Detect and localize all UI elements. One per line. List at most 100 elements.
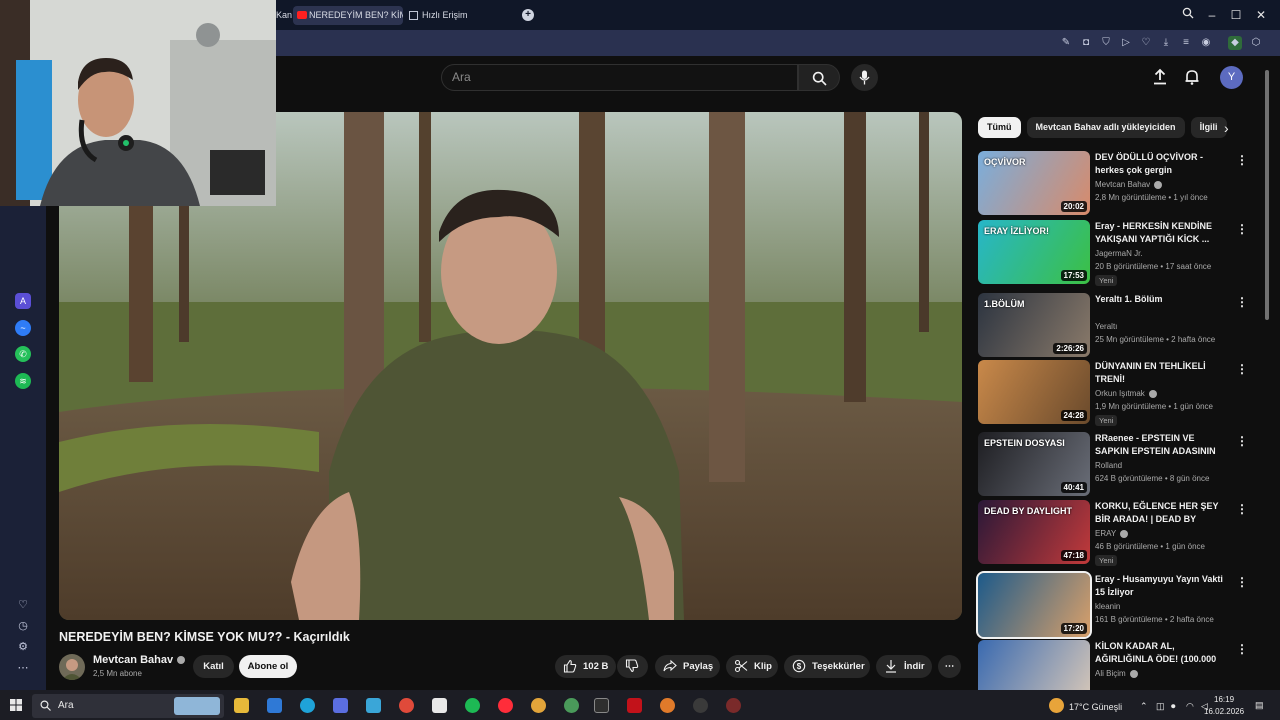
thanks-button[interactable]: $ Teşekkürler (784, 655, 870, 678)
download-button[interactable]: İndir (876, 655, 932, 678)
search-input[interactable]: Ara (441, 64, 798, 91)
recommendation-item[interactable]: ERAY İZLİYOR! 17:53 Eray - HERKESİN KENDİN… (978, 220, 1250, 286)
channel-avatar[interactable] (59, 654, 85, 680)
taskbar-search[interactable]: Ara (32, 694, 224, 718)
recommendation-item[interactable]: 1.BÖLÜM 2:26:26 Yeraltı 1. Bölüm Yeraltı 25 … (978, 293, 1250, 357)
more-vert-icon[interactable]: ⋮ (1236, 153, 1248, 167)
mic-tray-icon[interactable]: ⏺ (1171, 701, 1176, 712)
heart-icon[interactable]: ♡ (1139, 36, 1153, 50)
spotify-taskbar-icon[interactable] (465, 698, 480, 713)
more-vert-icon[interactable]: ⋮ (1236, 222, 1248, 236)
video-thumbnail[interactable]: DEAD BY DAYLIGHT 47:18 (978, 500, 1090, 564)
camera-icon[interactable]: ◘ (1079, 36, 1093, 50)
notifications-icon[interactable] (1183, 68, 1203, 88)
wifi-icon[interactable]: ◠ (1186, 701, 1194, 712)
edge-icon[interactable] (300, 698, 315, 713)
chip-from-uploader[interactable]: Mevtcan Bahav adlı yükleyiciden (1026, 117, 1185, 138)
download-icon[interactable]: ⤓ (1159, 36, 1173, 50)
video-thumbnail[interactable]: 17:20 (976, 571, 1092, 639)
voice-search-button[interactable] (851, 64, 878, 91)
chrome-icon[interactable] (399, 698, 414, 713)
extension-icon[interactable]: ◆ (1228, 36, 1242, 50)
more-vert-icon[interactable]: ⋮ (1236, 502, 1248, 516)
settings-icon[interactable]: ⚙ (16, 640, 30, 654)
chip-related[interactable]: İlgili (1190, 117, 1227, 138)
tab-previous[interactable]: Kan (276, 6, 292, 25)
video-thumbnail[interactable]: EPSTEIN DOSYASI 40:41 (978, 432, 1090, 496)
cube-icon[interactable]: ⬡ (1249, 36, 1263, 50)
messenger-icon[interactable]: ~ (15, 320, 31, 336)
channel-name[interactable]: Mevtcan Bahav (93, 654, 186, 666)
history-icon[interactable]: ◷ (16, 619, 30, 633)
recommendation-channel[interactable]: Yeraltı (1095, 322, 1117, 331)
scrollbar-thumb[interactable] (1265, 70, 1269, 320)
more-vert-icon[interactable]: ⋮ (1236, 575, 1248, 589)
clock-time[interactable]: 16:19 (1214, 695, 1234, 704)
upload-icon[interactable] (1151, 68, 1171, 88)
opera-icon[interactable] (498, 698, 513, 713)
recommendation-channel[interactable]: ERAY (1095, 529, 1129, 538)
profile-icon[interactable]: ◉ (1199, 36, 1213, 50)
tab-quick-access[interactable]: Hızlı Erişim (408, 6, 498, 25)
game-icon[interactable] (432, 698, 447, 713)
new-tab-button[interactable]: + (522, 9, 534, 21)
clip-button[interactable]: Klip (726, 655, 778, 678)
like-button[interactable]: 102 B (555, 655, 616, 678)
whatsapp-icon[interactable]: ✆ (15, 346, 31, 362)
recording-app-icon[interactable] (726, 698, 741, 713)
mail-icon[interactable] (267, 698, 282, 713)
more-icon[interactable]: ⋯ (16, 661, 30, 675)
spotify-icon[interactable]: ≋ (15, 373, 31, 389)
recommendation-item[interactable]: 17:20 Eray - Husamyuyu Yayın Vakti 15 İzl… (976, 571, 1250, 639)
recommendation-channel[interactable]: Ali Biçim (1095, 669, 1138, 678)
play-icon[interactable]: ▷ (1119, 36, 1133, 50)
recommendation-item[interactable]: 24:28 DÜNYANIN EN TEHLİKELİ TRENİ! Orkun I… (978, 360, 1250, 426)
more-actions-button[interactable]: ⋯ (938, 655, 961, 678)
recommendation-title[interactable]: DEV ÖDÜLLÜ OÇVİVOR - herkes çok gergin (1095, 151, 1231, 177)
close-window-button[interactable]: ✕ (1252, 6, 1270, 24)
more-vert-icon[interactable]: ⋮ (1236, 362, 1248, 376)
notification-icon[interactable]: ▤ (1255, 700, 1264, 711)
recommendation-item[interactable]: EPSTEIN DOSYASI 40:41 RRaenee - EPSTEIN VE… (978, 432, 1250, 496)
obs-icon[interactable] (693, 698, 708, 713)
store-icon[interactable] (366, 698, 381, 713)
recommendation-channel[interactable]: JagermaN Jr. (1095, 249, 1143, 258)
recommendation-item[interactable]: OÇVİVOR 20:02 DEV ÖDÜLLÜ OÇVİVOR - herkes … (978, 151, 1250, 215)
recommendation-channel[interactable]: Mevtcan Bahav (1095, 180, 1163, 189)
network-icon[interactable]: ◫ (1156, 701, 1165, 712)
recommendation-title[interactable]: Yeraltı 1. Bölüm (1095, 293, 1231, 306)
video-thumbnail[interactable]: OÇVİVOR 20:02 (978, 151, 1090, 215)
video-thumbnail[interactable]: 24:28 (978, 360, 1090, 424)
search-button[interactable] (798, 64, 840, 91)
epic-games-icon[interactable] (594, 698, 609, 713)
minimize-button[interactable]: – (1203, 6, 1221, 24)
chevron-right-icon[interactable]: › (1224, 120, 1236, 136)
recommendation-title[interactable]: DÜNYANIN EN TEHLİKELİ TRENİ! (1095, 360, 1231, 386)
video-thumbnail[interactable]: ERAY İZLİYOR! 17:53 (978, 220, 1090, 284)
user-avatar[interactable]: Y (1220, 66, 1243, 89)
more-vert-icon[interactable]: ⋮ (1236, 295, 1248, 309)
recommendation-title[interactable]: RRaenee - EPSTEIN VE SAPKIN EPSTEIN ADAS… (1095, 432, 1231, 459)
heart-icon[interactable]: ♡ (16, 598, 30, 612)
windows-start-icon[interactable] (10, 699, 22, 711)
join-button[interactable]: Katıl (193, 655, 234, 678)
browser-search-icon[interactable] (1179, 6, 1197, 24)
weather-text[interactable]: 17°C Güneşli (1069, 702, 1122, 712)
subscribe-button[interactable]: Abone ol (239, 655, 297, 678)
clock-date[interactable]: 16.02.2026 (1204, 707, 1244, 716)
tray-chevron-icon[interactable]: ⌃ (1140, 701, 1148, 712)
aria-icon[interactable]: A (15, 293, 31, 309)
maximize-button[interactable]: ☐ (1227, 6, 1245, 24)
more-vert-icon[interactable]: ⋮ (1236, 434, 1248, 448)
recommendation-channel[interactable]: Orkun Işıtmak (1095, 389, 1157, 398)
recommendation-title[interactable]: Eray - HERKESİN KENDİNE YAKIŞANI YAPTIĞI… (1095, 220, 1231, 246)
edit-icon[interactable]: ✎ (1059, 36, 1073, 50)
menu-icon[interactable]: ≡ (1179, 36, 1193, 50)
microphone-app-icon[interactable] (660, 698, 675, 713)
chrome-profile-2-icon[interactable] (564, 698, 579, 713)
recommendation-title[interactable]: KİLON KADAR AL, AĞIRLIĞINLA ÖDE! (100.00… (1095, 640, 1231, 667)
dislike-button[interactable] (617, 655, 648, 678)
share-button[interactable]: Paylaş (655, 655, 720, 678)
recommendation-title[interactable]: KORKU, EĞLENCE HER ŞEY BİR ARADA! | DEAD… (1095, 500, 1231, 527)
more-vert-icon[interactable]: ⋮ (1236, 642, 1248, 656)
